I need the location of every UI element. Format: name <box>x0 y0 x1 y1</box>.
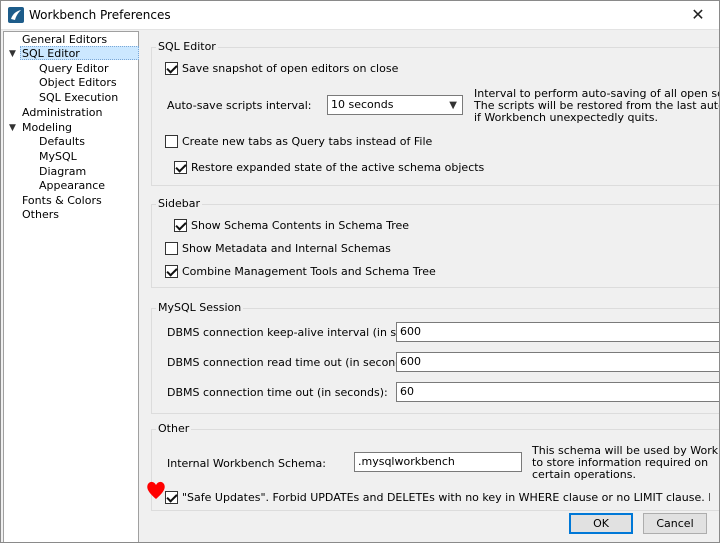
conn-timeout-input[interactable]: 60 <box>396 382 719 402</box>
autosave-label: Auto-save scripts interval: <box>167 99 312 112</box>
group-title: Sidebar <box>156 197 203 210</box>
group-title: Other <box>156 422 192 435</box>
internal-schema-input[interactable]: .mysqlworkbench <box>354 452 522 472</box>
tree-item-appearance[interactable]: Appearance <box>39 179 105 193</box>
other-group: Other Internal Workbench Schema: .mysqlw… <box>151 422 719 511</box>
new-tabs-query-checkbox[interactable] <box>165 135 178 148</box>
close-icon: ✕ <box>691 5 705 24</box>
workbench-app-icon <box>8 7 24 23</box>
preferences-tree[interactable]: General Editors ▼ SQL Editor Query Edito… <box>3 31 139 542</box>
group-title: SQL Editor <box>156 40 218 53</box>
read-timeout-input[interactable]: 600 <box>396 352 719 372</box>
autosave-interval-select[interactable]: 10 seconds ▼ <box>327 95 463 115</box>
cancel-button[interactable]: Cancel <box>643 513 707 534</box>
red-annotation-mark <box>147 481 165 499</box>
internal-schema-label: Internal Workbench Schema: <box>167 457 326 470</box>
tree-item-fonts-colors[interactable]: Fonts & Colors <box>22 194 102 208</box>
tree-item-object-editors[interactable]: Object Editors <box>39 76 117 90</box>
group-title: MySQL Session <box>156 301 244 314</box>
restore-expanded-label: Restore expanded state of the active sch… <box>191 161 485 174</box>
keepalive-input[interactable]: 600 <box>396 322 719 342</box>
show-schema-contents-label: Show Schema Contents in Schema Tree <box>191 219 410 232</box>
window-title: Workbench Preferences <box>29 8 171 22</box>
safe-updates-clip: "Safe Updates". Forbid UPDATEs and DELET… <box>182 491 710 504</box>
combine-tools-checkbox[interactable] <box>165 265 178 278</box>
close-button[interactable]: ✕ <box>687 5 709 25</box>
tree-item-others[interactable]: Others <box>22 208 59 222</box>
tree-item-sql-editor[interactable]: SQL Editor <box>20 46 139 60</box>
tree-item-sql-execution[interactable]: SQL Execution <box>39 91 118 105</box>
preferences-window: Workbench Preferences ✕ General Editors … <box>0 0 720 543</box>
tree-item-diagram[interactable]: Diagram <box>39 165 86 179</box>
sidebar-group: Sidebar Show Schema Contents in Schema T… <box>151 197 719 288</box>
tree-item-mysql[interactable]: MySQL <box>39 150 77 164</box>
new-tabs-query-label: Create new tabs as Query tabs instead of… <box>182 135 433 148</box>
expand-arrow-icon[interactable]: ▼ <box>9 47 16 61</box>
tree-item-administration[interactable]: Administration <box>22 106 103 120</box>
conn-timeout-label: DBMS connection time out (in seconds): <box>167 386 388 399</box>
ok-button[interactable]: OK <box>569 513 633 534</box>
safe-updates-label: "Safe Updates". Forbid UPDATEs and DELET… <box>182 491 710 504</box>
show-metadata-checkbox[interactable] <box>165 242 178 255</box>
save-snapshot-checkbox[interactable] <box>165 62 178 75</box>
sql-editor-group: SQL Editor Save snapshot of open editors… <box>151 40 719 186</box>
restore-expanded-checkbox[interactable] <box>174 161 187 174</box>
internal-schema-hint-line: certain operations. <box>532 468 636 481</box>
tree-item-general-editors[interactable]: General Editors <box>22 33 107 47</box>
show-metadata-label: Show Metadata and Internal Schemas <box>182 242 391 255</box>
show-schema-contents-checkbox[interactable] <box>174 219 187 232</box>
expand-arrow-icon[interactable]: ▼ <box>9 121 16 135</box>
read-timeout-label: DBMS connection read time out (in second… <box>167 356 416 369</box>
save-snapshot-label: Save snapshot of open editors on close <box>182 62 399 75</box>
mysql-session-group: MySQL Session DBMS connection keep-alive… <box>151 301 719 414</box>
chevron-down-icon: ▼ <box>449 100 457 111</box>
tree-item-defaults[interactable]: Defaults <box>39 135 85 149</box>
autosave-hint-line: if Workbench unexpectedly quits. <box>474 111 659 124</box>
tree-item-query-editor[interactable]: Query Editor <box>39 62 108 76</box>
combine-tools-label: Combine Management Tools and Schema Tree <box>182 265 436 278</box>
tree-item-modeling[interactable]: Modeling <box>22 121 72 135</box>
title-bar: Workbench Preferences ✕ <box>1 1 719 30</box>
